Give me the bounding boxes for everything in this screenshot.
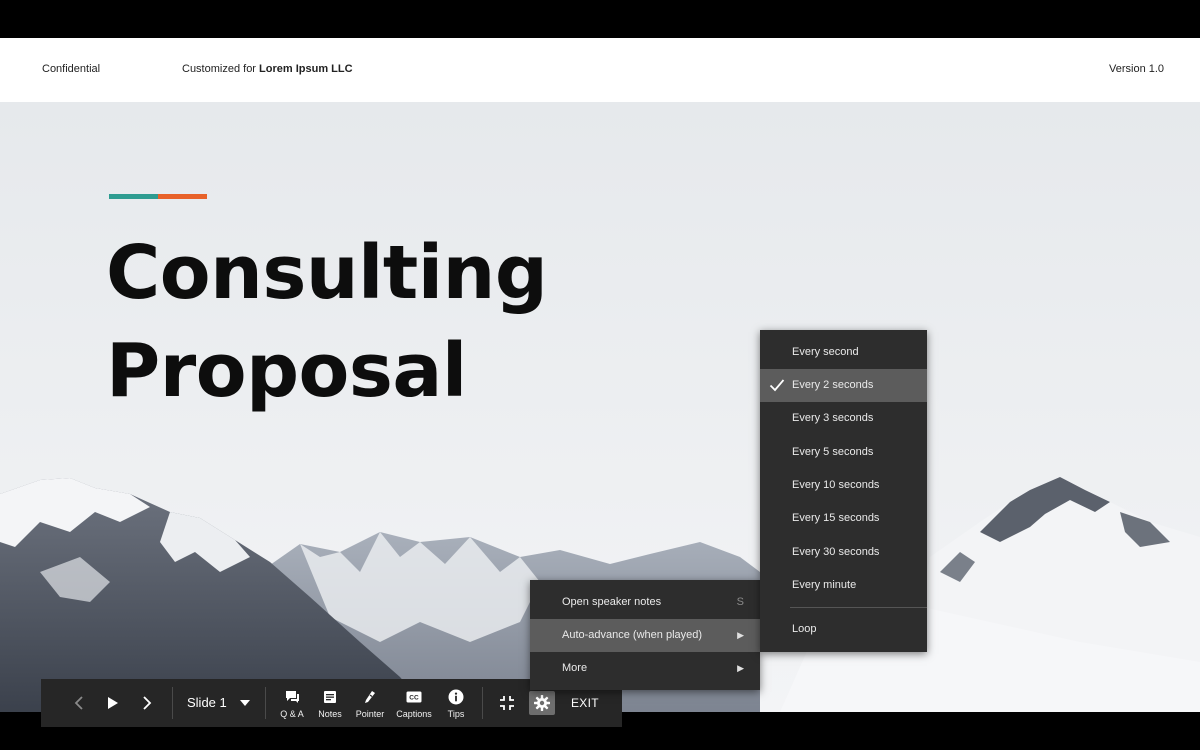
submenu-arrow-icon: ▶ [737,663,744,673]
auto-advance-option[interactable]: Every 15 seconds [760,502,927,535]
menu-divider [790,607,927,608]
tips-button[interactable] [445,688,467,706]
toolbar-divider [265,687,266,719]
slide-selector-label[interactable]: Slide 1 [187,695,227,710]
company-name: Lorem Ipsum LLC [259,63,353,75]
auto-advance-item[interactable]: Auto-advance (when played) ▶ [530,619,760,652]
qa-button[interactable] [281,689,303,705]
notes-label: Notes [318,709,342,719]
auto-advance-option[interactable]: Every 5 seconds [760,436,927,469]
fullscreen-exit-icon [500,696,514,710]
confidential-label: Confidential [42,63,101,75]
caret-down-icon [240,700,250,706]
auto-advance-option[interactable]: Every second [760,336,927,369]
more-item[interactable]: More ▶ [530,652,760,685]
exit-fullscreen-button[interactable] [497,693,517,713]
captions-icon: CC [406,691,422,703]
checkmark-icon [769,379,785,392]
notes-button[interactable] [319,689,341,705]
info-icon [448,689,464,705]
play-icon [108,697,118,709]
slide-header: Confidential Customized for Lorem Ipsum … [0,38,1200,102]
auto-advance-option[interactable]: Every 30 seconds [760,536,927,569]
captions-label: Captions [396,709,432,719]
accent-line-orange [158,194,207,199]
auto-advance-submenu: Every second Every 2 seconds Every 3 sec… [760,330,927,652]
slide-selector-dropdown[interactable] [237,694,253,712]
version-label: Version 1.0 [1109,63,1165,75]
chat-bubbles-icon [285,691,299,703]
pointer-label: Pointer [355,709,385,719]
exit-button[interactable]: EXIT [571,696,599,710]
toolbar-divider [172,687,173,719]
auto-advance-option[interactable]: Every 3 seconds [760,402,927,435]
captions-button[interactable]: CC [403,689,425,705]
auto-advance-option[interactable]: Every 10 seconds [760,469,927,502]
laser-pointer-icon [365,691,375,703]
shortcut-hint: S [736,596,744,608]
submenu-arrow-icon: ▶ [737,630,744,640]
options-button[interactable] [529,691,555,715]
slide-title: Consulting Proposal [106,230,548,414]
notes-icon [324,691,336,703]
chevron-right-icon [143,696,152,710]
accent-line-teal [109,194,158,199]
auto-advance-option-selected[interactable]: Every 2 seconds [760,369,927,402]
gear-icon [534,695,550,711]
options-menu: Open speaker notes S Auto-advance (when … [530,580,760,690]
loop-option[interactable]: Loop [760,613,927,646]
qa-label: Q & A [280,709,304,719]
auto-advance-option[interactable]: Every minute [760,569,927,602]
pointer-button[interactable] [359,689,381,705]
svg-text:CC: CC [409,695,419,702]
open-speaker-notes-item[interactable]: Open speaker notes S [530,586,760,619]
customized-for-label: Customized for Lorem Ipsum LLC [182,63,353,75]
toolbar-divider [482,687,483,719]
chevron-left-icon [74,696,83,710]
next-slide-button[interactable] [137,693,157,713]
previous-slide-button[interactable] [69,693,89,713]
play-button[interactable] [103,693,123,713]
tips-label: Tips [447,709,465,719]
